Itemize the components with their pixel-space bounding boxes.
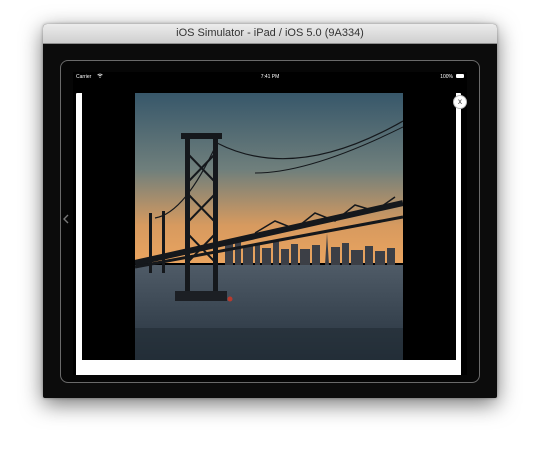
battery-label: 100% xyxy=(440,74,453,80)
close-icon: x xyxy=(458,97,462,106)
bay-bridge-sunset-photo[interactable] xyxy=(135,93,403,360)
close-button[interactable]: x xyxy=(453,95,467,109)
lightbox-panel xyxy=(76,93,461,375)
status-time: 7:41 PM xyxy=(260,74,280,80)
ipad-screen: Carrier 7:41 PM 100% xyxy=(73,72,467,375)
red-buoy xyxy=(227,296,233,302)
app-content xyxy=(73,82,467,375)
window-title: iOS Simulator - iPad / iOS 5.0 (9A334) xyxy=(176,27,364,39)
chevron-left-icon xyxy=(63,214,69,224)
photo-frame xyxy=(82,93,456,360)
title-bar[interactable]: iOS Simulator - iPad / iOS 5.0 (9A334) xyxy=(43,24,497,44)
battery-icon xyxy=(456,74,464,78)
sky xyxy=(135,93,403,263)
status-bar: Carrier 7:41 PM 100% xyxy=(73,72,467,82)
